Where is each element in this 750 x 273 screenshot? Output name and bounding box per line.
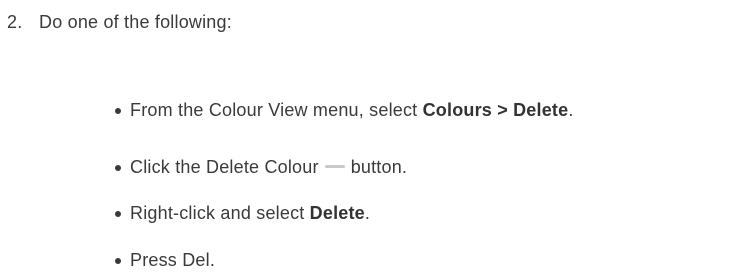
command-name: Delete	[309, 203, 365, 223]
step-number: 2.	[7, 12, 23, 32]
bullet-icon	[115, 108, 121, 114]
option-text: Press Del.	[130, 250, 216, 270]
step-header: 2. Do one of the following:	[7, 12, 232, 33]
option-prefix: Click the Delete Colour	[130, 157, 319, 177]
minus-icon	[324, 165, 345, 169]
option-suffix: .	[364, 203, 371, 223]
option-suffix: button.	[350, 157, 408, 177]
menu-path: Colours > Delete	[422, 100, 569, 120]
bullet-icon	[115, 258, 121, 264]
bullet-icon	[115, 211, 121, 217]
option-text: From the Colour View menu, select Colour…	[130, 97, 574, 123]
option-text: Right-click and select Delete.	[130, 200, 370, 226]
option-prefix: Right-click and select	[130, 203, 310, 223]
option-prefix: From the Colour View menu, select	[130, 100, 423, 120]
option-suffix: .	[568, 100, 574, 120]
bullet-icon	[115, 165, 121, 171]
procedure-step: 2. Do one of the following: From the Colo…	[0, 0, 750, 273]
step-intro: Do one of the following:	[39, 12, 232, 32]
option-text: Click the Delete Colour button.	[130, 154, 407, 180]
